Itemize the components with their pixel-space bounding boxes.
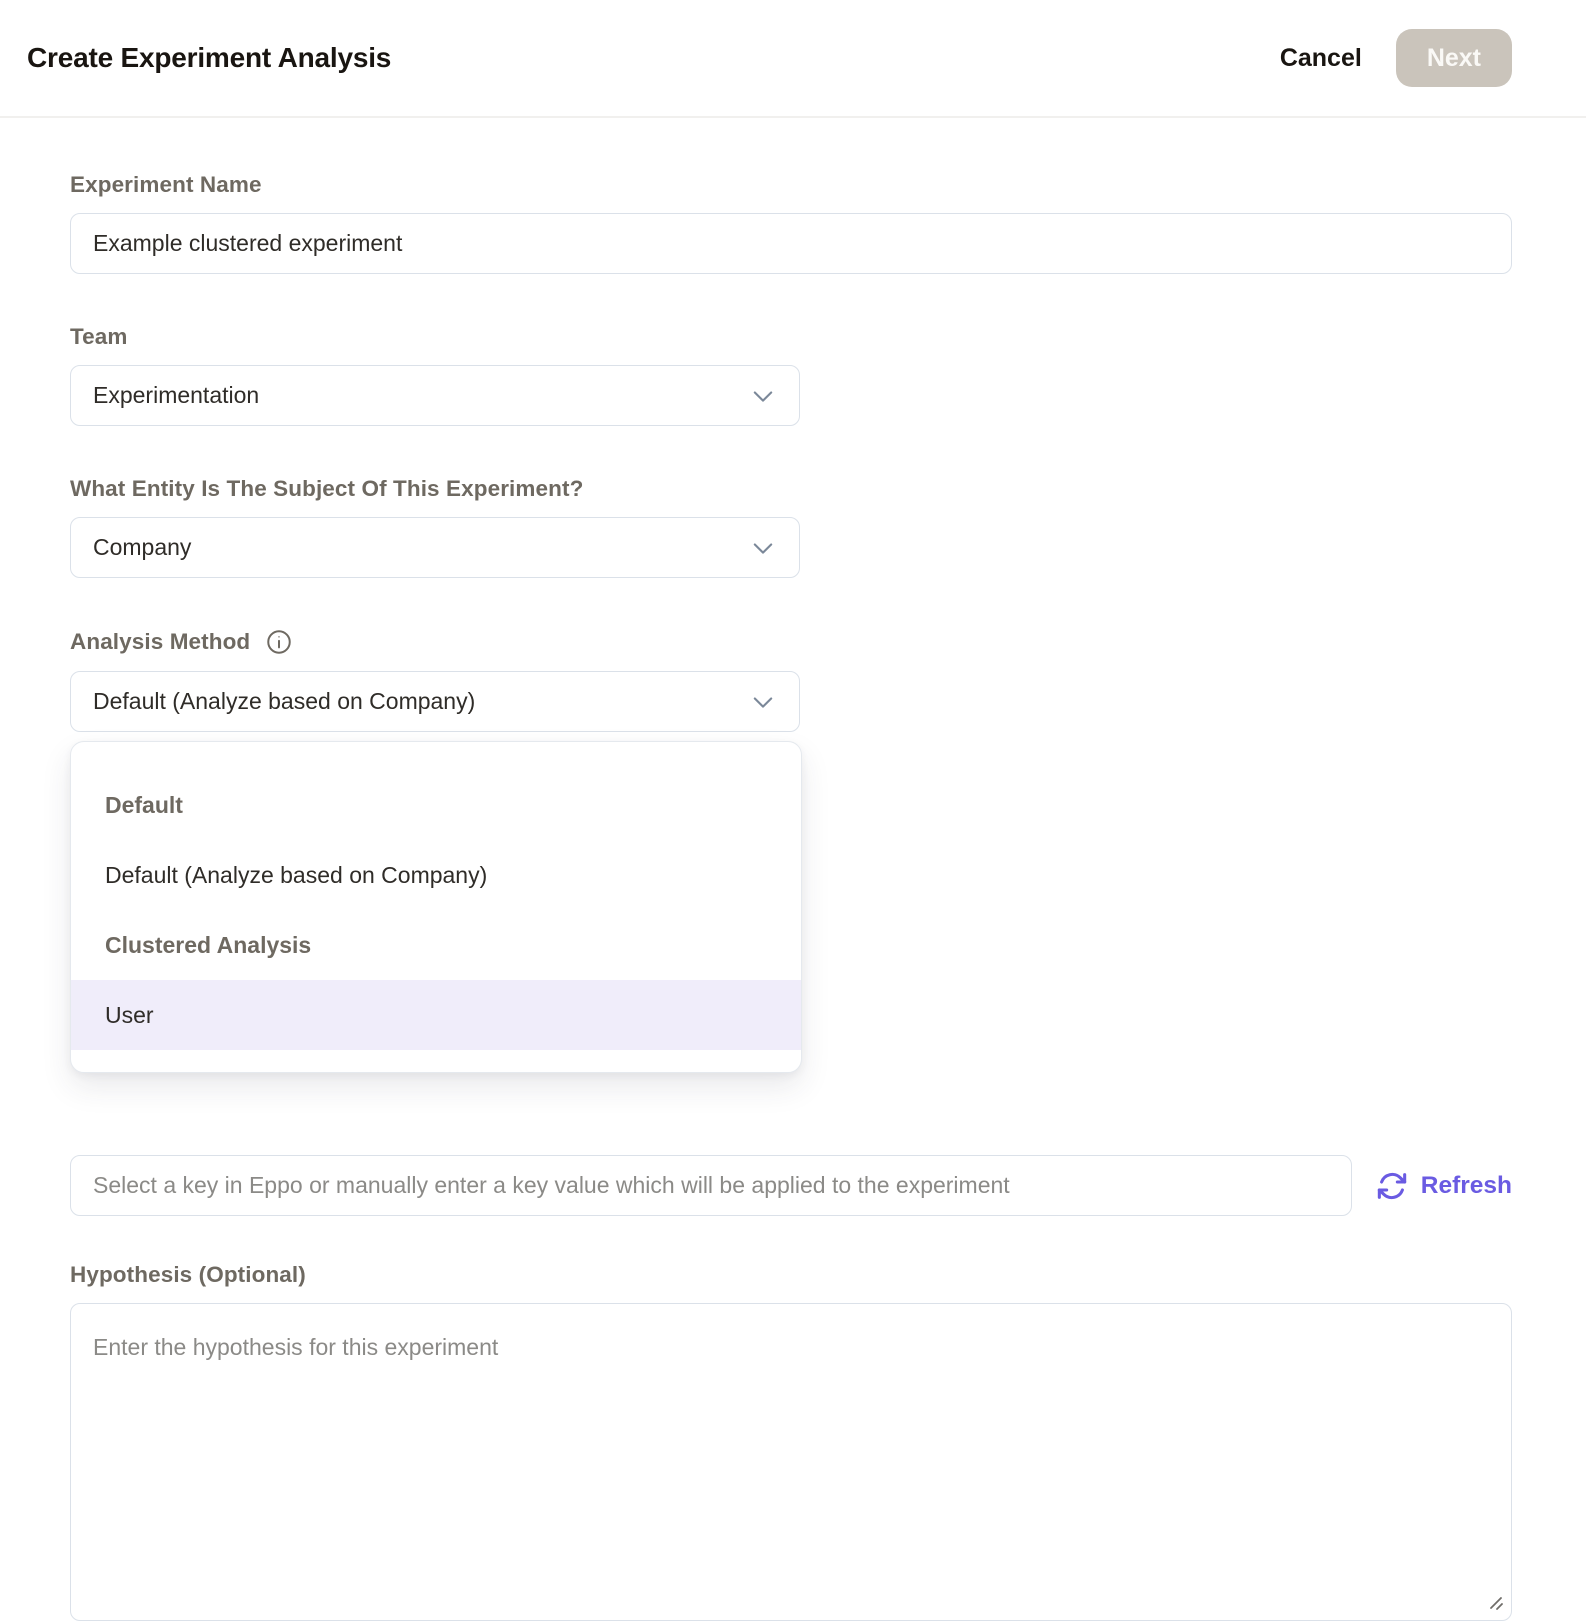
- cancel-button[interactable]: Cancel: [1280, 44, 1362, 73]
- dropdown-option[interactable]: User: [71, 980, 801, 1050]
- refresh-icon: [1376, 1170, 1408, 1202]
- hypothesis-textarea[interactable]: [70, 1303, 1512, 1621]
- dropdown-group-label: Default: [71, 770, 801, 840]
- page-title: Create Experiment Analysis: [27, 42, 391, 74]
- chevron-down-icon: [749, 534, 777, 562]
- analysis-method-field: Analysis Method Default (Analyze based o…: [70, 628, 1512, 1073]
- cluster-key-row: Refresh: [70, 1155, 1512, 1216]
- entity-select[interactable]: Company: [70, 517, 800, 578]
- analysis-method-select-value: Default (Analyze based on Company): [93, 688, 475, 715]
- header-actions: Cancel Next: [1280, 29, 1512, 87]
- dropdown-option[interactable]: Default (Analyze based on Company): [71, 840, 801, 910]
- refresh-button[interactable]: Refresh: [1376, 1170, 1512, 1202]
- info-icon[interactable]: [265, 628, 293, 656]
- experiment-name-input[interactable]: [70, 213, 1512, 274]
- entity-label: What Entity Is The Subject Of This Exper…: [70, 476, 1512, 502]
- entity-select-value: Company: [93, 534, 191, 561]
- resize-handle-icon[interactable]: [1485, 1592, 1505, 1612]
- header: Create Experiment Analysis Cancel Next: [0, 0, 1586, 118]
- team-label: Team: [70, 324, 1512, 350]
- analysis-method-label-row: Analysis Method: [70, 628, 1512, 656]
- next-button[interactable]: Next: [1396, 29, 1512, 87]
- cluster-key-input[interactable]: [70, 1155, 1352, 1216]
- experiment-name-field: Experiment Name: [70, 172, 1512, 274]
- hypothesis-textarea-wrap: [70, 1303, 1512, 1621]
- experiment-name-label: Experiment Name: [70, 172, 1512, 198]
- entity-field: What Entity Is The Subject Of This Exper…: [70, 476, 1512, 578]
- analysis-method-select[interactable]: Default (Analyze based on Company): [70, 671, 800, 732]
- create-experiment-form: Experiment Name Team Experimentation Wha…: [0, 118, 1586, 1621]
- team-select-value: Experimentation: [93, 382, 259, 409]
- analysis-method-dropdown: DefaultDefault (Analyze based on Company…: [70, 741, 802, 1073]
- chevron-down-icon: [749, 382, 777, 410]
- hypothesis-field: Hypothesis (Optional): [70, 1262, 1512, 1621]
- chevron-down-icon: [749, 688, 777, 716]
- analysis-method-label: Analysis Method: [70, 629, 250, 655]
- dropdown-group-label: Clustered Analysis: [71, 910, 801, 980]
- team-field: Team Experimentation: [70, 324, 1512, 426]
- hypothesis-label: Hypothesis (Optional): [70, 1262, 1512, 1288]
- team-select[interactable]: Experimentation: [70, 365, 800, 426]
- refresh-label: Refresh: [1421, 1172, 1512, 1200]
